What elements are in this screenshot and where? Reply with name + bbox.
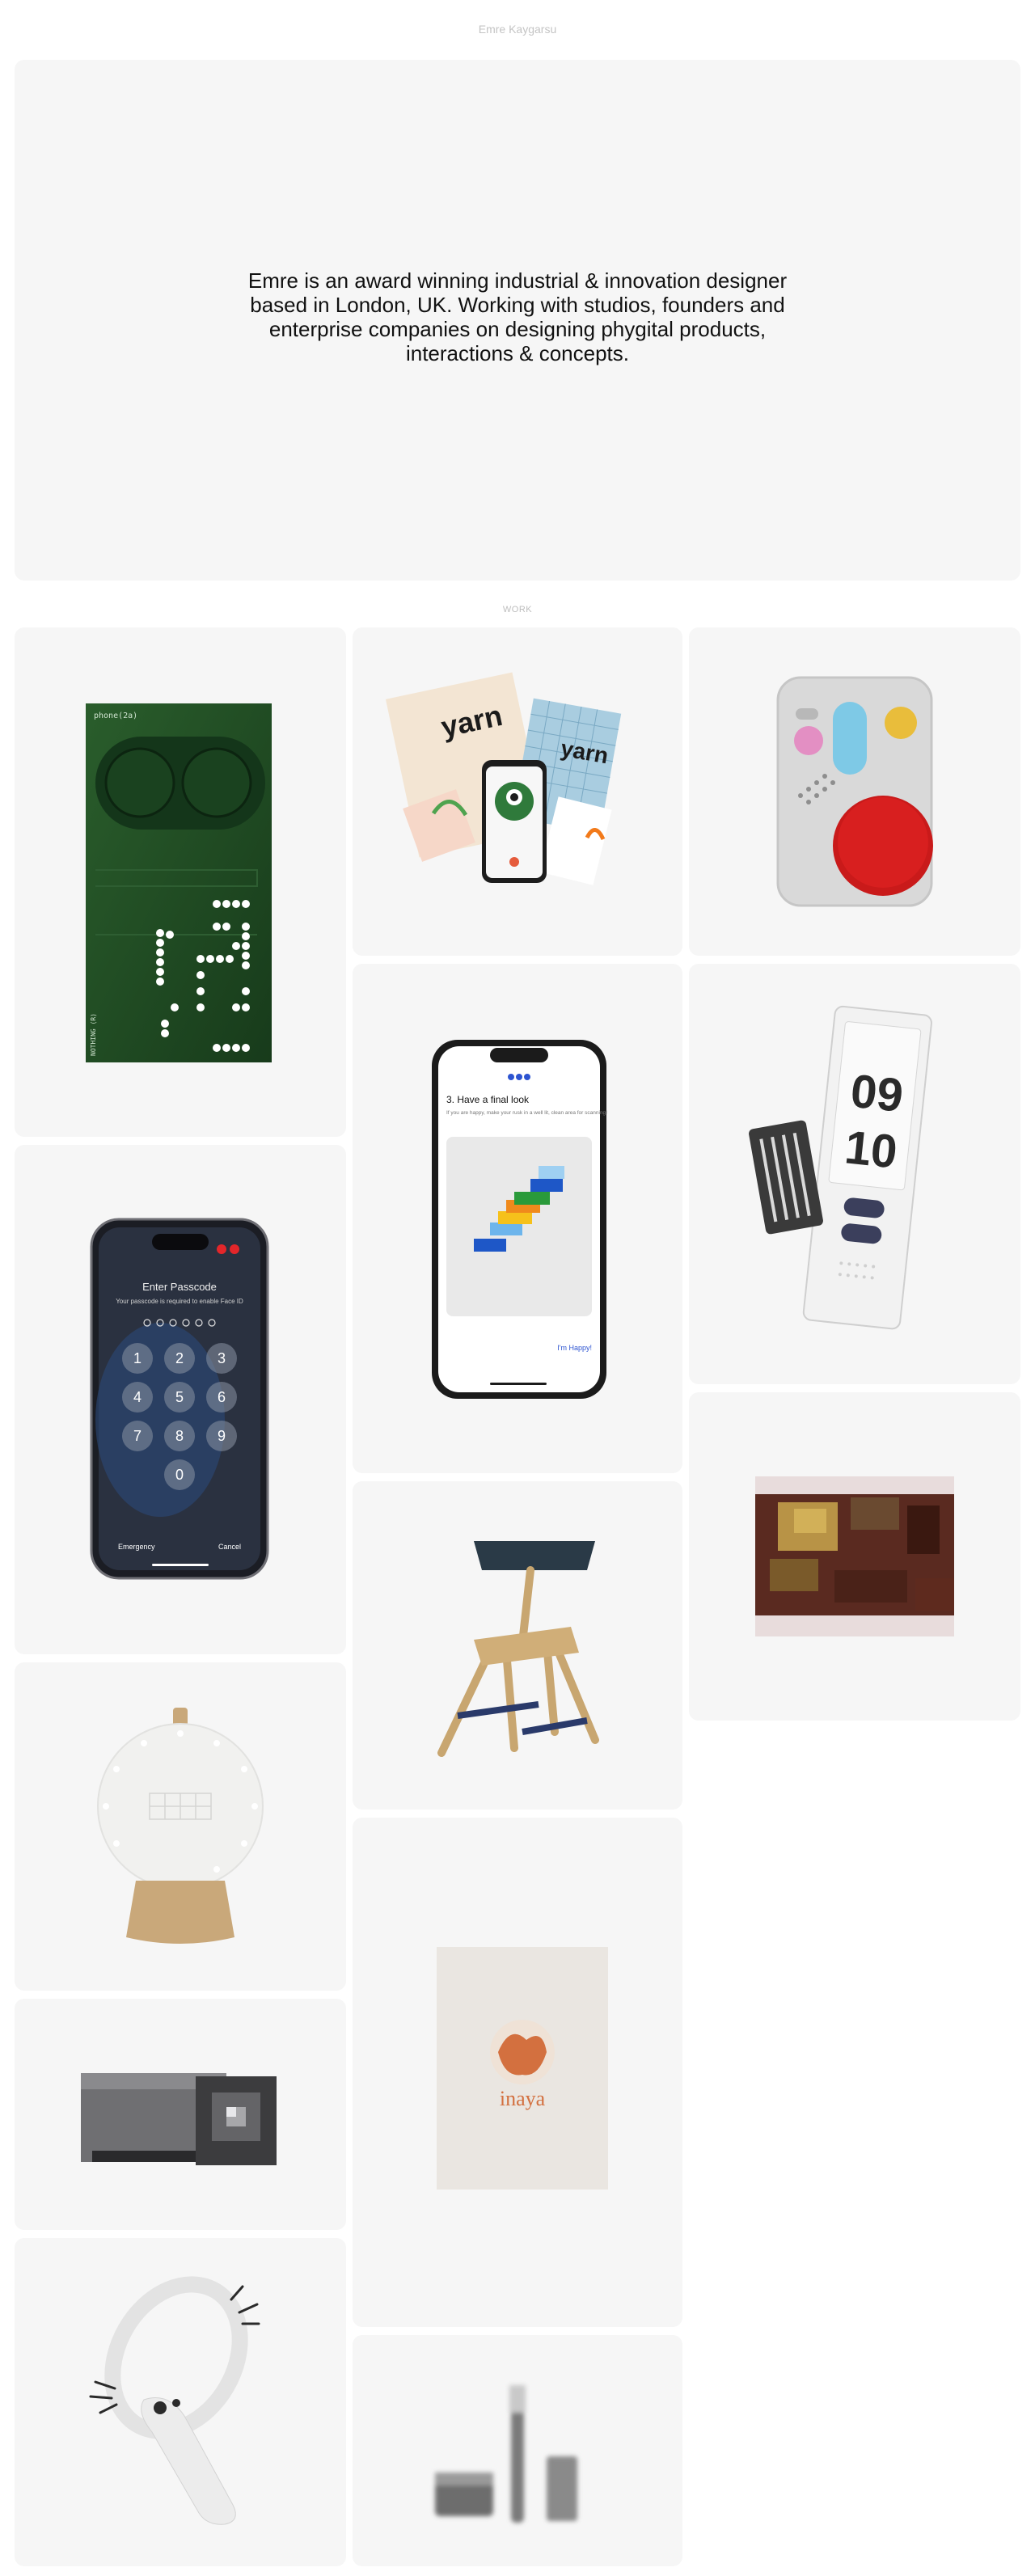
phone-vertical-text: NOTHING (R): [90, 1013, 97, 1056]
passcode-title: Enter Passcode: [142, 1281, 217, 1293]
clock-hour: 09: [848, 1065, 906, 1122]
cancel-label: Cancel: [218, 1543, 241, 1551]
key-2: 2: [175, 1350, 184, 1366]
lamp-image: [97, 1708, 264, 1944]
blurred-products-image: [435, 2385, 577, 2523]
key-6: 6: [218, 1389, 226, 1405]
hero-text: Emre is an award winning industrial & in…: [247, 268, 788, 365]
project-card-final-look[interactable]: 3. Have a final look If you are happy, m…: [353, 964, 682, 1473]
passcode-subtitle: Your passcode is required to enable Face…: [116, 1298, 243, 1305]
project-card-pixelated-1[interactable]: [689, 1392, 1020, 1721]
key-4: 4: [133, 1389, 142, 1405]
passcode-phone-image: Enter Passcode Your passcode is required…: [90, 1218, 269, 1580]
clock-minute: 10: [843, 1121, 900, 1178]
key-3: 3: [218, 1350, 226, 1366]
phone-2a-image: phone(2a) NOTHING (R): [86, 703, 272, 1062]
flip-clock-image: 09 10: [749, 1005, 932, 1330]
project-card-inaya[interactable]: inaya: [353, 1818, 682, 2327]
project-card-pixelated-2[interactable]: [15, 1999, 346, 2230]
key-0: 0: [175, 1467, 184, 1483]
pixelated-project-1-image: [755, 1476, 954, 1636]
emergency-label: Emergency: [118, 1543, 155, 1551]
final-look-subtitle: If you are happy, make your rusk in a we…: [446, 1110, 607, 1116]
key-7: 7: [133, 1428, 142, 1444]
pixelated-project-2-image: [81, 2073, 277, 2165]
key-5: 5: [175, 1389, 184, 1405]
toy-controller-image: [776, 676, 933, 907]
project-card-yarn[interactable]: yarn yarn: [353, 627, 682, 956]
yarn-image: yarn yarn: [385, 672, 622, 885]
project-card-toy-controller[interactable]: [689, 627, 1020, 956]
hero-section: Emre is an award winning industrial & in…: [15, 60, 1020, 581]
vr-controller-image: [89, 2276, 260, 2525]
phone-screen-text: phone(2a): [94, 712, 137, 720]
project-card-blurred-products[interactable]: [353, 2335, 682, 2566]
project-card-lamp[interactable]: [15, 1662, 346, 1991]
key-1: 1: [133, 1350, 142, 1366]
project-card-passcode-phone[interactable]: Enter Passcode Your passcode is required…: [15, 1145, 346, 1654]
chair-image: [437, 1541, 599, 1757]
key-9: 9: [218, 1428, 226, 1444]
project-card-vr-controller[interactable]: [15, 2238, 346, 2566]
inaya-brand: inaya: [500, 2087, 546, 2110]
project-card-chair[interactable]: [353, 1481, 682, 1810]
work-section-label: WORK: [502, 605, 533, 614]
project-card-phone-2a[interactable]: phone(2a) NOTHING (R): [15, 627, 346, 1137]
final-look-title: 3. Have a final look: [446, 1094, 530, 1105]
im-happy-link: I'm Happy!: [557, 1344, 592, 1352]
final-look-phone-image: 3. Have a final look If you are happy, m…: [432, 1040, 607, 1399]
project-card-flip-clock[interactable]: 09 10: [689, 964, 1020, 1384]
inaya-image: inaya: [437, 1947, 608, 2190]
key-8: 8: [175, 1428, 184, 1444]
site-name[interactable]: Emre Kaygarsu: [0, 23, 1035, 36]
